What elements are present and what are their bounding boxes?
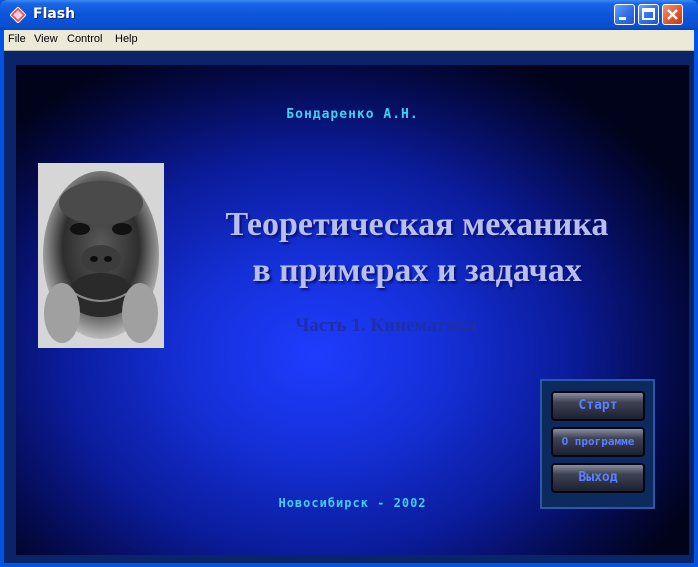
author-name: Бондаренко А.Н. (286, 107, 419, 122)
close-button[interactable] (662, 4, 683, 25)
title-line-2: в примерах и задачах (252, 252, 582, 289)
title-bar[interactable]: Flash (0, 0, 698, 30)
flash-window: Flash File View Control Help Бондаренко … (0, 0, 698, 567)
start-button[interactable]: Старт (551, 391, 645, 421)
menu-file[interactable]: File (8, 33, 26, 45)
flash-app-icon[interactable] (9, 6, 27, 24)
menu-bar: File View Control Help (4, 30, 694, 51)
window-title: Flash (33, 6, 76, 22)
footer-city-year: Новосибирск - 2002 (278, 496, 427, 510)
menu-view[interactable]: View (34, 33, 58, 45)
menu-help[interactable]: Help (115, 33, 138, 45)
main-title: Теоретическая механика в примерах и зада… (176, 202, 658, 294)
minimize-button[interactable] (614, 4, 635, 25)
button-panel: Старт О программе Выход (540, 379, 655, 509)
menu-control[interactable]: Control (67, 33, 102, 45)
subtitle: Часть 1. Кинематика (295, 315, 477, 336)
close-icon (667, 9, 678, 20)
minimize-icon (619, 17, 626, 20)
title-line-1: Теоретическая механика (225, 206, 609, 243)
monkey-photo (38, 163, 164, 348)
exit-button[interactable]: Выход (551, 463, 645, 493)
maximize-icon (642, 8, 655, 20)
maximize-button[interactable] (638, 4, 659, 25)
about-button[interactable]: О программе (551, 427, 645, 457)
flash-stage: Бондаренко А.Н. Теоретическая механика в… (16, 65, 689, 555)
